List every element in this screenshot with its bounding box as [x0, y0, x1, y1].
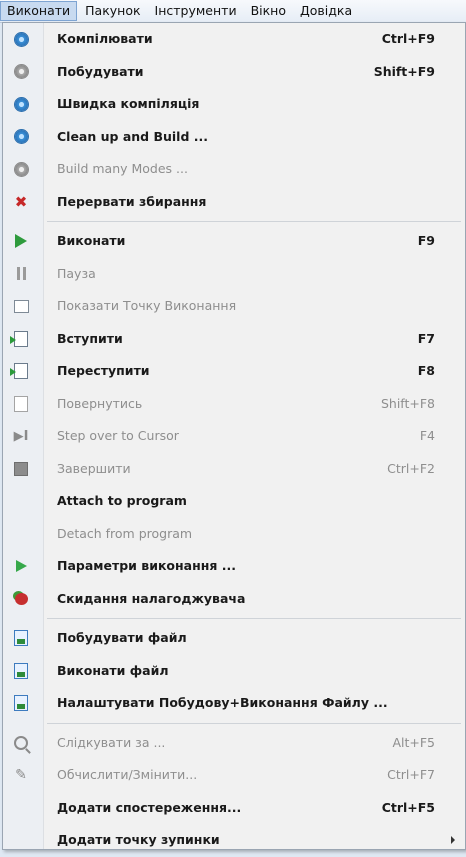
menu-item-label: Показати Точку Виконання: [57, 298, 237, 313]
gear-gray-icon: [13, 161, 29, 177]
step-over-icon: [10, 363, 29, 379]
menu-item-shortcut: F9: [417, 233, 435, 248]
menu-item-shortcut: F7: [417, 330, 435, 346]
menu-item-label: Detach from program: [57, 525, 193, 541]
menu-item-evaluate-modify[interactable]: ✎ Обчислити/Змінити... Ctrl+F7: [3, 759, 465, 792]
menu-item-label: Build many Modes ...: [57, 161, 188, 176]
menu-item-label: Побудувати файл: [57, 630, 187, 645]
menu-item-shortcut: Ctrl+F7: [387, 767, 435, 782]
menu-item-label: Налаштувати Побудову+Виконання Файлу ...: [57, 695, 388, 710]
menu-item-attach-to-program[interactable]: Attach to program: [3, 485, 465, 518]
run-dropdown-menu: Компілювати Ctrl+F9 Побудувати Shift+F9 …: [2, 22, 466, 850]
menu-item-label: Пауза: [57, 265, 96, 281]
step-into-icon: [10, 330, 29, 347]
menu-item-shortcut: F8: [417, 363, 435, 378]
menu-item-shortcut: Shift+F8: [380, 395, 435, 411]
menu-item-step-out[interactable]: Повернутись Shift+F8: [3, 388, 465, 421]
menu-item-reset-debugger[interactable]: Скидання налагоджувача: [3, 583, 465, 616]
menu-item-run-file[interactable]: Виконати файл: [3, 655, 465, 688]
evaluate-icon: ✎: [15, 767, 27, 783]
run-params-icon: [13, 558, 29, 574]
menu-item-shortcut: Shift+F9: [373, 63, 435, 79]
menu-item-label: Attach to program: [57, 493, 187, 508]
window-icon: [13, 298, 29, 314]
menu-item-configure-build-run-file[interactable]: Налаштувати Побудову+Виконання Файлу ...: [3, 687, 465, 720]
menu-item-label: Завершити: [57, 460, 131, 476]
menu-item-label: Виконати: [57, 233, 126, 248]
gear-blue-icon: [13, 31, 29, 47]
menu-item-label: Параметри виконання ...: [57, 558, 236, 573]
step-out-icon: [13, 395, 29, 412]
menu-item-label: Побудувати: [57, 63, 144, 79]
menu-item-shortcut: Ctrl+F2: [387, 460, 435, 476]
run-file-icon: [13, 662, 29, 679]
menu-item-label: Скидання налагоджувача: [57, 590, 246, 606]
menu-item-label: Повернутись: [57, 395, 143, 411]
menu-separator: [3, 218, 465, 225]
menu-item-build[interactable]: Побудувати Shift+F9: [3, 56, 465, 89]
menu-item-run-parameters[interactable]: Параметри виконання ...: [3, 550, 465, 583]
menu-separator: [3, 720, 465, 727]
gear-blue-icon: [13, 96, 29, 112]
pause-icon: [13, 266, 29, 282]
menu-item-label: Виконати файл: [57, 662, 169, 678]
menu-item-shortcut: F4: [419, 428, 435, 443]
menu-item-show-execution-point[interactable]: Показати Точку Виконання: [3, 290, 465, 323]
menu-item-label: Додати точку зупинки: [57, 832, 220, 847]
menu-run[interactable]: Виконати: [0, 1, 78, 21]
menu-window[interactable]: Вікно: [245, 1, 292, 21]
menu-item-build-file[interactable]: Побудувати файл: [3, 622, 465, 655]
menu-item-add-watch[interactable]: Додати спостереження... Ctrl+F5: [3, 792, 465, 825]
menu-item-stop[interactable]: Завершити Ctrl+F2: [3, 453, 465, 486]
menu-separator: [3, 615, 465, 622]
debugger-reset-icon: [13, 591, 29, 607]
configure-file-icon: [13, 695, 29, 711]
menu-item-quick-compile[interactable]: Швидка компіляція: [3, 88, 465, 121]
menu-item-label: Обчислити/Змінити...: [57, 767, 198, 782]
menu-item-label: Слідкувати за ...: [57, 734, 166, 750]
menu-item-label: Step over to Cursor: [57, 428, 179, 443]
menu-item-step-into[interactable]: Вступити F7: [3, 323, 465, 356]
step-to-cursor-icon: ▶I: [13, 428, 29, 444]
menu-item-step-over[interactable]: Переступити F8: [3, 355, 465, 388]
menu-item-compile[interactable]: Компілювати Ctrl+F9: [3, 23, 465, 56]
menubar: Виконати Пакунок Інструменти Вікно Довід…: [0, 0, 466, 23]
menu-item-label: Швидка компіляція: [57, 96, 200, 111]
menu-item-run[interactable]: Виконати F9: [3, 225, 465, 258]
menu-item-clean-and-build[interactable]: Clean up and Build ...: [3, 121, 465, 154]
menu-item-build-many-modes[interactable]: Build many Modes ...: [3, 153, 465, 186]
menu-item-label: Переступити: [57, 363, 150, 378]
menu-item-abort-build[interactable]: ✖ Перервати збирання: [3, 186, 465, 219]
menu-tools[interactable]: Інструменти: [149, 1, 243, 21]
abort-x-icon: ✖: [14, 192, 28, 211]
menu-item-label: Компілювати: [57, 31, 153, 46]
gear-gray-icon: [13, 64, 29, 80]
inspect-icon: [13, 735, 29, 751]
menu-item-label: Вступити: [57, 330, 123, 346]
menu-item-add-breakpoint[interactable]: Додати точку зупинки: [3, 824, 465, 857]
submenu-arrow-icon: [451, 836, 455, 844]
menu-item-detach-from-program[interactable]: Detach from program: [3, 518, 465, 551]
menu-help[interactable]: Довідка: [294, 1, 358, 21]
menu-item-shortcut: Ctrl+F9: [381, 31, 435, 46]
menu-item-inspect[interactable]: Слідкувати за ... Alt+F5: [3, 727, 465, 760]
menu-item-shortcut: Alt+F5: [392, 734, 435, 750]
menu-item-label: Перервати збирання: [57, 193, 207, 209]
menu-item-label: Додати спостереження...: [57, 799, 242, 815]
menu-item-shortcut: Ctrl+F5: [381, 799, 435, 815]
gear-blue-icon: [13, 129, 29, 145]
menu-item-pause[interactable]: Пауза: [3, 258, 465, 291]
play-icon: [13, 233, 29, 249]
menu-item-step-over-to-cursor[interactable]: ▶I Step over to Cursor F4: [3, 420, 465, 453]
stop-icon: [13, 461, 29, 477]
menu-package[interactable]: Пакунок: [79, 1, 146, 21]
menu-item-label: Clean up and Build ...: [57, 128, 208, 144]
build-file-icon: [13, 630, 29, 646]
